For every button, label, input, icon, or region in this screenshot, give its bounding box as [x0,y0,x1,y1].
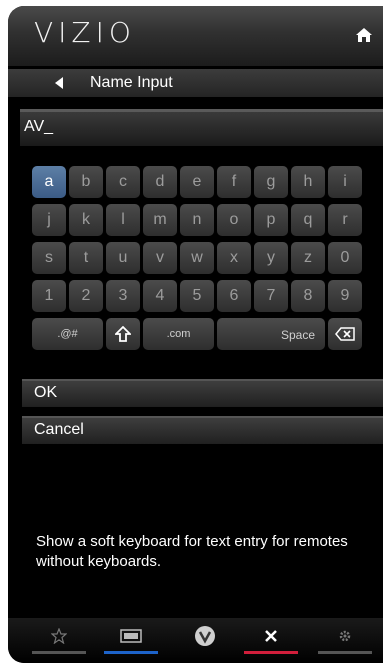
bottom-tab-star[interactable] [32,618,86,658]
back-button[interactable] [22,69,74,97]
key-3[interactable]: 3 [106,280,140,312]
gear-icon [338,629,352,648]
key-m[interactable]: m [143,204,177,236]
key-w[interactable]: w [180,242,214,274]
key-r[interactable]: r [328,204,362,236]
key-s[interactable]: s [32,242,66,274]
key-k[interactable]: k [69,204,103,236]
key-c[interactable]: c [106,166,140,198]
key-2[interactable]: 2 [69,280,103,312]
tab-underline [318,651,372,654]
back-arrow-icon [55,77,63,89]
cancel-button[interactable]: Cancel [22,416,383,444]
key-6[interactable]: 6 [217,280,251,312]
key-e[interactable]: e [180,166,214,198]
key-o[interactable]: o [217,204,251,236]
key-4[interactable]: 4 [143,280,177,312]
key-1[interactable]: 1 [32,280,66,312]
key-h[interactable]: h [291,166,325,198]
key-i[interactable]: i [328,166,362,198]
tv-menu-panel: VIZIO Name Input AV_ abcdefghi jklmnopqr s… [8,6,383,663]
shift-key[interactable] [106,318,140,350]
key-n[interactable]: n [180,204,214,236]
header: VIZIO [8,6,383,66]
shift-icon [115,326,131,342]
bottom-tab-input[interactable] [104,618,158,658]
bottom-tab-gear[interactable] [318,618,372,658]
help-description: Show a soft keyboard for text entry for … [36,533,348,570]
key-l[interactable]: l [106,204,140,236]
key-z[interactable]: z [291,242,325,274]
name-input-value: AV_ [24,118,54,135]
key-a[interactable]: a [32,166,66,198]
symbols-key[interactable]: .@# [32,318,103,350]
key-9[interactable]: 9 [328,280,362,312]
ok-label: OK [34,384,58,401]
key-j[interactable]: j [32,204,66,236]
key-t[interactable]: t [69,242,103,274]
input-icon [120,628,142,648]
title-bar: Name Input [8,69,383,97]
home-button[interactable] [339,6,383,66]
backspace-key[interactable] [328,318,362,350]
key-u[interactable]: u [106,242,140,274]
key-g[interactable]: g [254,166,288,198]
home-icon [356,28,372,42]
tab-underline [104,651,158,654]
key-d[interactable]: d [143,166,177,198]
key-v[interactable]: v [143,242,177,274]
cancel-label: Cancel [34,421,84,438]
key-7[interactable]: 7 [254,280,288,312]
tab-underline [244,651,298,654]
key-5[interactable]: 5 [180,280,214,312]
key-0[interactable]: 0 [328,242,362,274]
key-b[interactable]: b [69,166,103,198]
key-f[interactable]: f [217,166,251,198]
key-x[interactable]: x [217,242,251,274]
key-p[interactable]: p [254,204,288,236]
vizio-v-icon [194,625,216,652]
key-q[interactable]: q [291,204,325,236]
key-8[interactable]: 8 [291,280,325,312]
key-y[interactable]: y [254,242,288,274]
close-icon [264,629,278,648]
tab-underline [32,651,86,654]
space-key[interactable]: Space [217,318,325,350]
ok-button[interactable]: OK [22,379,383,407]
star-icon [50,626,68,649]
backspace-icon [335,327,355,341]
vizio-logo: VIZIO [34,16,136,49]
bottom-tab-close[interactable] [244,618,298,658]
name-input-field[interactable]: AV_ [20,109,383,146]
bottom-bar [8,618,383,663]
bottom-tab-vizio-v[interactable] [178,618,232,658]
page-title: Name Input [90,74,173,91]
dotcom-key[interactable]: .com [143,318,214,350]
space-label: Space [280,328,315,342]
